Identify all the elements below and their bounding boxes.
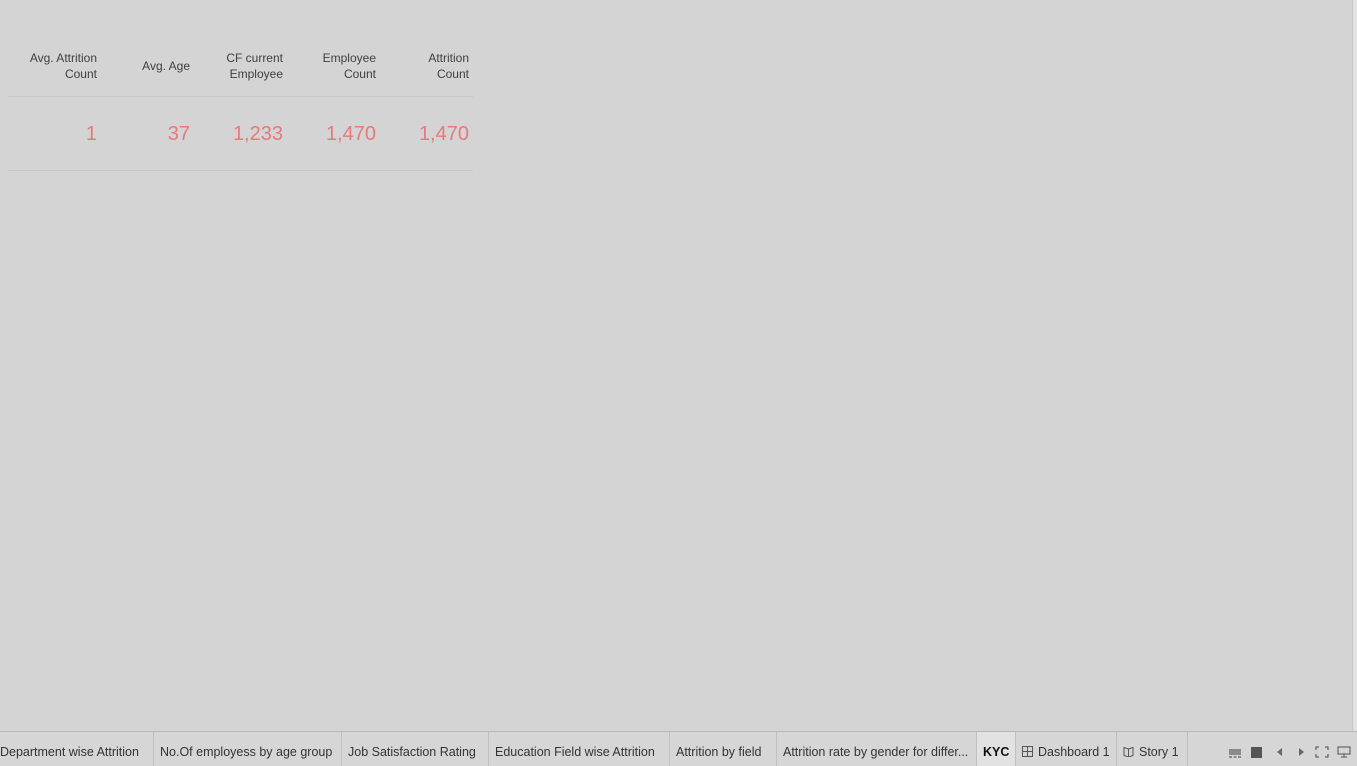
value-cf-current-employee[interactable]: 1,233 <box>202 121 283 149</box>
header-divider <box>8 96 473 97</box>
header-line: Count <box>436 67 469 81</box>
column-header-avg-age[interactable]: Avg. Age <box>109 50 190 84</box>
tab-education-field-wise-attrition[interactable]: Education Field wise Attrition <box>489 732 670 766</box>
value-avg-age[interactable]: 37 <box>109 121 190 149</box>
tab-label: Education Field wise Attrition <box>495 745 655 759</box>
tab-label: Story 1 <box>1139 745 1179 759</box>
tab-label: KYC <box>983 745 1010 759</box>
header-line: Attrition <box>428 51 469 65</box>
column-header-attrition-count[interactable]: Attrition Count <box>388 50 469 84</box>
kpi-table: Avg. Attrition Count Avg. Age CF current… <box>8 0 473 172</box>
row-divider <box>8 170 473 171</box>
story-book-icon <box>1123 746 1134 757</box>
tab-department-wise-attrition[interactable]: Department wise Attrition <box>0 732 154 766</box>
filmstrip-view-icon[interactable] <box>1228 746 1242 758</box>
column-header-employee-count[interactable]: Employee Count <box>295 50 376 84</box>
tab-attrition-by-field[interactable]: Attrition by field <box>670 732 777 766</box>
sheet-tab-bar: Department wise Attrition No.Of employes… <box>0 731 1357 766</box>
header-line: Employee <box>322 51 376 65</box>
column-header-cf-current-employee[interactable]: CF current Employee <box>202 50 283 84</box>
tab-label: Dashboard 1 <box>1038 745 1110 759</box>
tab-label: Attrition by field <box>676 745 762 759</box>
value-avg-attrition-count[interactable]: 1 <box>8 121 97 149</box>
header-line: Avg. Age <box>142 59 190 73</box>
column-header-avg-attrition-count[interactable]: Avg. Attrition Count <box>8 50 97 84</box>
worksheet-canvas: Avg. Attrition Count Avg. Age CF current… <box>0 0 1352 731</box>
header-line: CF current <box>226 51 283 65</box>
tab-kyc[interactable]: KYC <box>977 732 1016 766</box>
previous-sheet-icon[interactable] <box>1273 746 1287 758</box>
tab-attrition-rate-by-gender[interactable]: Attrition rate by gender for differ... <box>777 732 977 766</box>
presentation-mode-icon[interactable] <box>1337 746 1351 758</box>
header-line: Avg. Attrition <box>29 51 97 65</box>
tab-story-1[interactable]: Story 1 <box>1117 732 1188 766</box>
tab-dashboard-1[interactable]: Dashboard 1 <box>1016 732 1117 766</box>
vertical-scrollbar[interactable] <box>1352 0 1357 731</box>
tab-no-of-employess-by-age-group[interactable]: No.Of employess by age group <box>154 732 342 766</box>
tab-label: Job Satisfaction Rating <box>348 745 476 759</box>
header-line: Employee <box>229 67 283 81</box>
header-line: Count <box>64 67 97 81</box>
tab-label: Department wise Attrition <box>0 745 139 759</box>
tab-label: Attrition rate by gender for differ... <box>783 745 969 759</box>
tab-view-icon[interactable] <box>1250 746 1264 758</box>
fullscreen-icon[interactable] <box>1315 746 1329 758</box>
tab-label: No.Of employess by age group <box>160 745 333 759</box>
value-employee-count[interactable]: 1,470 <box>295 121 376 149</box>
dashboard-grid-icon <box>1022 746 1033 757</box>
next-sheet-icon[interactable] <box>1294 746 1308 758</box>
value-attrition-count[interactable]: 1,470 <box>388 121 469 149</box>
tab-job-satisfaction-rating[interactable]: Job Satisfaction Rating <box>342 732 489 766</box>
header-line: Count <box>343 67 376 81</box>
